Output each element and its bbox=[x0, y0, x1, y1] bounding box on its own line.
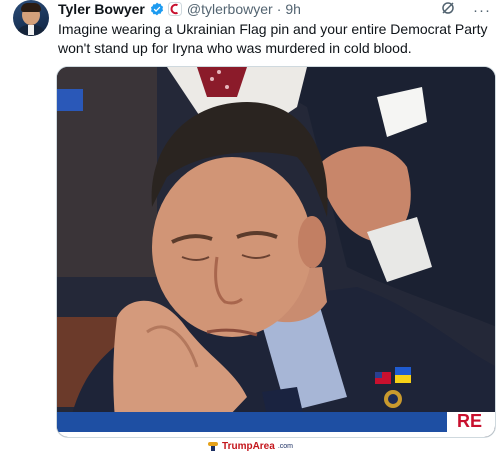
watermark: TrumpArea .com bbox=[207, 440, 293, 452]
post-time[interactable]: 9h bbox=[285, 1, 301, 17]
avatar-hair bbox=[21, 3, 41, 12]
watermark-suffix: .com bbox=[277, 442, 293, 450]
tweet-text: Imagine wearing a Ukrainian Flag pin and… bbox=[58, 21, 488, 56]
more-options-icon[interactable]: ··· bbox=[473, 2, 491, 19]
broadcast-banner-text: RE bbox=[457, 411, 483, 431]
tweet-media-image[interactable]: RE bbox=[56, 66, 496, 438]
author-avatar[interactable] bbox=[13, 0, 49, 36]
verified-badge-icon bbox=[150, 2, 163, 16]
avatar-shirt bbox=[28, 25, 34, 35]
author-name[interactable]: Tyler Bowyer bbox=[58, 1, 145, 17]
watermark-brand: TrumpArea bbox=[222, 440, 275, 452]
tweet-header: Tyler Bowyer @tylerbowyer · 9h bbox=[58, 0, 301, 18]
header-separator: · bbox=[276, 1, 282, 17]
watermark-bar: TrumpArea .com bbox=[0, 440, 500, 452]
grok-icon[interactable] bbox=[441, 1, 455, 15]
affiliation-badge-icon bbox=[167, 2, 182, 16]
trumparea-logo-icon bbox=[208, 442, 219, 451]
author-handle[interactable]: @tylerbowyer bbox=[187, 1, 273, 17]
media-photo-illustration bbox=[57, 67, 495, 437]
